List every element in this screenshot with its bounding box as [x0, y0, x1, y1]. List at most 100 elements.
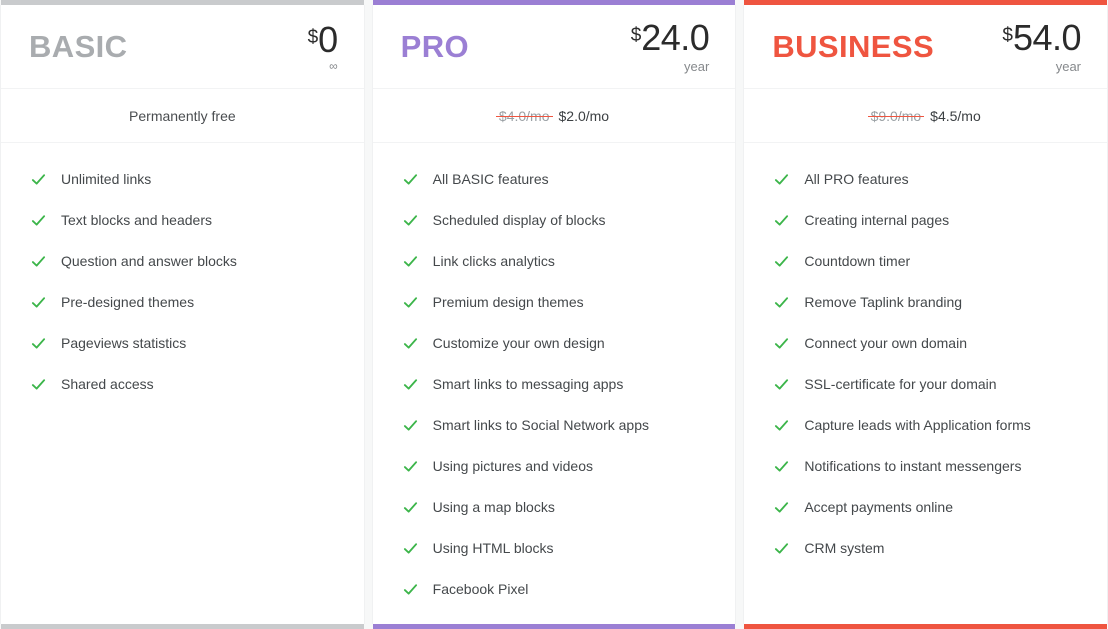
check-icon	[775, 174, 789, 185]
feature-item: Using pictures and videos	[373, 446, 736, 487]
plan-card-pro[interactable]: PRO $24.0 year $4.0/mo $2.0/mo All BASIC feat…	[371, 0, 737, 629]
plan-accent-bar-top	[372, 0, 736, 5]
feature-item: Unlimited links	[1, 159, 364, 200]
plan-subtitle-text: Permanently free	[129, 107, 236, 124]
feature-label: Notifications to instant messengers	[804, 458, 1022, 475]
feature-item: Remove Taplink branding	[744, 282, 1107, 323]
feature-label: Shared access	[61, 376, 154, 393]
plan-feature-list: Unlimited links Text blocks and headers Qu…	[1, 143, 364, 624]
feature-label: Link clicks analytics	[432, 253, 555, 270]
plan-accent-bar-bottom	[1, 624, 364, 629]
check-icon	[403, 461, 417, 472]
plan-card-business[interactable]: BUSINESS $54.0 year $9.0/mo $4.5/mo All PRO f…	[743, 0, 1108, 629]
feature-label: Accept payments online	[804, 499, 953, 516]
price-period-infinity: ∞	[329, 58, 338, 73]
price-period: year	[684, 59, 710, 74]
plan-name: BUSINESS	[772, 29, 935, 64]
plan-feature-list: All BASIC features Scheduled display of b…	[373, 143, 736, 624]
feature-label: SSL-certificate for your domain	[804, 376, 997, 393]
plan-price: $0	[308, 18, 339, 60]
plan-subtitle: $4.0/mo $2.0/mo	[372, 89, 736, 143]
check-icon	[31, 338, 46, 349]
feature-item: Question and answer blocks	[1, 241, 364, 282]
check-icon	[775, 256, 789, 267]
feature-label: Using pictures and videos	[432, 458, 593, 475]
pricing-plans-grid: BASIC $0 ∞ Permanently free Unlimited links T…	[0, 0, 1108, 629]
feature-item: Notifications to instant messengers	[744, 446, 1107, 487]
check-icon	[403, 502, 417, 513]
check-icon	[775, 502, 789, 513]
plan-price-block: $24.0 year	[631, 20, 710, 74]
plan-header: PRO $24.0 year	[372, 5, 736, 89]
plan-price: $24.0	[631, 20, 710, 56]
feature-item: Pre-designed themes	[1, 282, 364, 323]
feature-item: Link clicks analytics	[373, 241, 736, 282]
check-icon	[775, 215, 789, 226]
feature-item: Text blocks and headers	[1, 200, 364, 241]
feature-item: Scheduled display of blocks	[373, 200, 736, 241]
plan-card-basic[interactable]: BASIC $0 ∞ Permanently free Unlimited links T…	[0, 0, 365, 629]
plan-subtitle: $9.0/mo $4.5/mo	[744, 89, 1108, 143]
check-icon	[31, 215, 46, 226]
check-icon	[403, 215, 417, 226]
price-currency-symbol: $	[1002, 25, 1013, 46]
feature-label: Smart links to Social Network apps	[432, 417, 649, 434]
feature-item: Using HTML blocks	[373, 528, 736, 569]
check-icon	[775, 461, 789, 472]
plan-accent-bar-bottom	[372, 624, 736, 629]
feature-item: Premium design themes	[373, 282, 736, 323]
check-icon	[403, 338, 417, 349]
feature-label: Using HTML blocks	[432, 540, 554, 557]
plan-subtitle: Permanently free	[1, 89, 364, 143]
feature-item: All PRO features	[744, 159, 1107, 200]
plan-name: BASIC	[29, 29, 128, 64]
plan-name: PRO	[400, 29, 470, 64]
feature-label: Connect your own domain	[804, 335, 967, 352]
feature-label: Smart links to messaging apps	[432, 376, 624, 393]
plan-header: BASIC $0 ∞	[1, 5, 364, 89]
check-icon	[775, 420, 789, 431]
old-price-strikethrough: $9.0/mo	[867, 107, 924, 124]
check-icon	[403, 420, 417, 431]
check-icon	[31, 297, 46, 308]
check-icon	[403, 174, 417, 185]
price-amount: 54.0	[1012, 17, 1082, 58]
price-currency-symbol: $	[630, 25, 642, 46]
feature-item: Pageviews statistics	[1, 323, 364, 364]
check-icon	[403, 379, 417, 390]
check-icon	[31, 256, 46, 267]
feature-label: All PRO features	[804, 171, 909, 188]
plan-feature-list: All PRO features Creating internal pages C…	[744, 143, 1107, 624]
feature-item: Accept payments online	[744, 487, 1107, 528]
feature-item: CRM system	[744, 528, 1107, 569]
old-price-strikethrough: $4.0/mo	[495, 107, 553, 124]
check-icon	[403, 256, 417, 267]
feature-label: Creating internal pages	[804, 212, 950, 229]
price-amount: 24.0	[641, 17, 710, 58]
feature-label: Countdown timer	[804, 253, 911, 270]
feature-item: Smart links to Social Network apps	[373, 405, 736, 446]
check-icon	[775, 297, 789, 308]
feature-label: Pageviews statistics	[61, 335, 187, 352]
feature-label: CRM system	[804, 540, 885, 557]
check-icon	[403, 584, 417, 595]
feature-item: Countdown timer	[744, 241, 1107, 282]
feature-label: Premium design themes	[432, 294, 584, 311]
check-icon	[775, 379, 789, 390]
new-price: $4.5/mo	[930, 107, 981, 124]
feature-label: Capture leads with Application forms	[804, 417, 1031, 434]
check-icon	[775, 543, 789, 554]
feature-label: All BASIC features	[432, 171, 549, 188]
feature-item: Shared access	[1, 364, 364, 405]
feature-label: Question and answer blocks	[61, 253, 237, 270]
feature-label: Unlimited links	[61, 171, 152, 188]
price-period: year	[1055, 59, 1082, 74]
feature-item: Capture leads with Application forms	[744, 405, 1107, 446]
check-icon	[31, 379, 46, 390]
feature-item: SSL-certificate for your domain	[744, 364, 1107, 405]
price-amount: 0	[318, 18, 338, 60]
new-price: $2.0/mo	[558, 107, 610, 124]
check-icon	[403, 543, 417, 554]
check-icon	[775, 338, 789, 349]
feature-label: Customize your own design	[432, 335, 605, 352]
